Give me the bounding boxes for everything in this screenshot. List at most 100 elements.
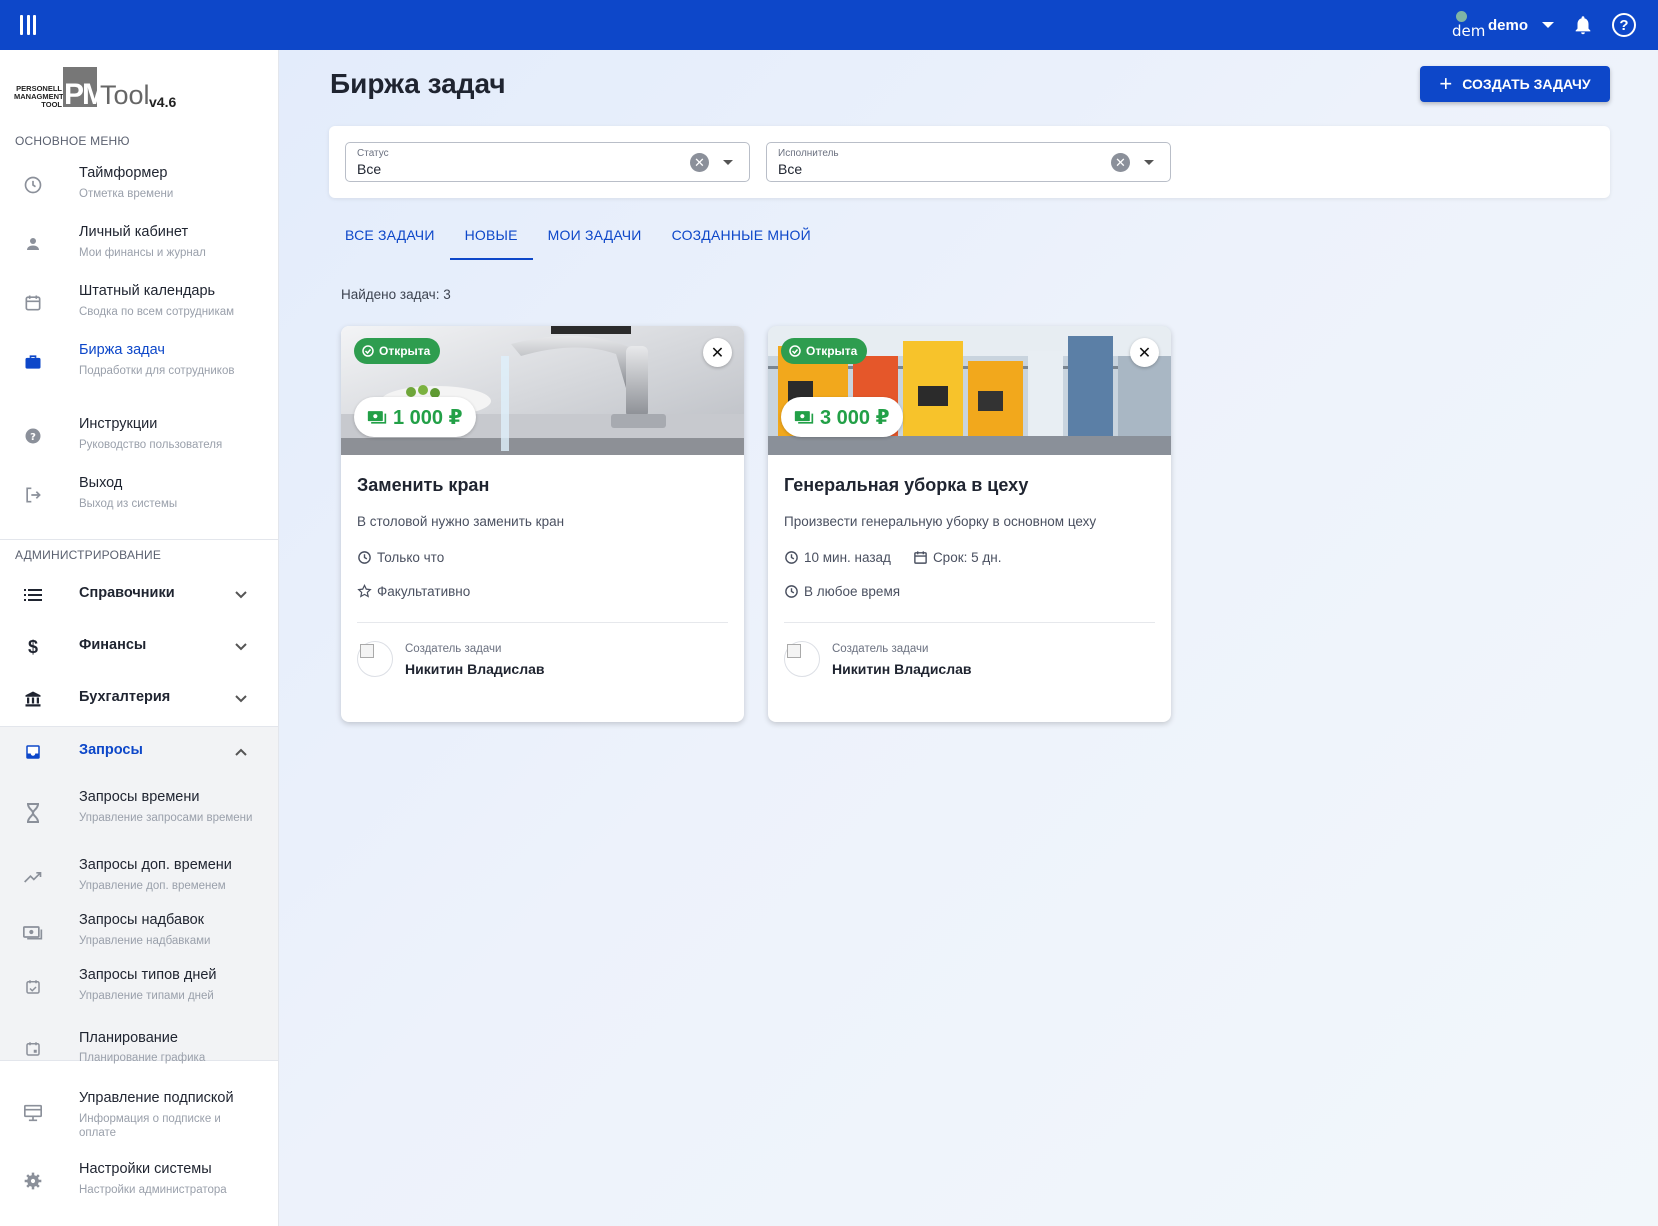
tab-created-by-me[interactable]: СОЗДАННЫЕ МНОЙ — [657, 224, 826, 260]
task-card[interactable]: Открыта 1 000 ₽ ✕ Заменить кран В столов… — [341, 326, 744, 722]
chevron-up-icon — [235, 748, 247, 756]
money-icon — [367, 411, 387, 424]
sidebar-divider — [0, 539, 278, 540]
subscription-icon — [22, 1102, 44, 1124]
avatar-text: dem — [1451, 22, 1486, 40]
main-content: Биржа задач + СОЗДАТЬ ЗАДАЧУ Статус Все … — [279, 50, 1658, 1226]
task-title: Заменить кран — [357, 475, 490, 495]
sidebar-item-planning[interactable]: Планирование Планирование графика — [0, 1018, 278, 1076]
task-deadline: Срок: 5 дн. — [932, 550, 1002, 565]
help-circle-icon: ? — [22, 425, 44, 447]
found-count: Найдено задач: 3 — [341, 287, 451, 302]
user-menu-button[interactable]: dem demo — [1450, 10, 1554, 40]
page-title: Биржа задач — [330, 68, 506, 99]
hourglass-icon — [22, 802, 44, 824]
money-icon — [794, 411, 814, 424]
sidebar-item-instructions[interactable]: ? Инструкции Руководство пользователя — [0, 407, 278, 463]
creator-name: Никитин Владислав — [832, 661, 972, 677]
task-title: Генеральная уборка в цеху — [784, 475, 1029, 495]
sidebar-group-finance[interactable]: $ Финансы — [0, 621, 278, 673]
sidebar-item-cabinet[interactable]: Личный кабинет Мои финансы и журнал — [0, 215, 278, 271]
filters-panel: Статус Все ✕ Исполнитель Все ✕ — [329, 126, 1610, 198]
tab-my-tasks[interactable]: МОИ ЗАДАЧИ — [533, 224, 657, 260]
clock-icon — [358, 551, 371, 564]
trending-up-icon — [22, 866, 44, 888]
sidebar-item-subscription[interactable]: Управление подпиской Информация о подпис… — [0, 1076, 278, 1148]
create-task-button[interactable]: + СОЗДАТЬ ЗАДАЧУ — [1420, 66, 1610, 102]
sidebar-item-timeformer[interactable]: Таймформер Отметка времени — [0, 156, 278, 212]
plus-icon: + — [1439, 71, 1453, 96]
user-name: demo — [1487, 16, 1528, 34]
dropdown-arrow-icon[interactable] — [723, 160, 733, 165]
clock-icon — [785, 585, 798, 598]
sidebar-group-requests[interactable]: Запросы — [0, 726, 278, 778]
card-divider — [784, 622, 1155, 623]
bank-icon — [22, 688, 44, 710]
inbox-icon — [22, 741, 44, 763]
status-value: Все — [357, 161, 382, 177]
task-description: Произвести генеральную уборку в основном… — [784, 514, 1097, 529]
avatar — [357, 641, 393, 677]
dropdown-arrow-icon[interactable] — [1144, 160, 1154, 165]
task-schedule: В любое время — [784, 584, 900, 599]
help-icon[interactable]: ? — [1612, 13, 1636, 37]
chevron-down-icon — [235, 643, 247, 651]
check-circle-icon — [789, 345, 801, 357]
sidebar-group-directories[interactable]: Справочники — [0, 569, 278, 621]
star-icon — [357, 584, 372, 598]
task-card[interactable]: Открыта 3 000 ₽ ✕ Генеральная уборка в ц… — [768, 326, 1171, 722]
task-schedule: Факультативно — [357, 584, 470, 599]
close-icon[interactable]: ✕ — [1130, 338, 1159, 367]
person-icon — [22, 233, 44, 255]
sidebar-item-overtime-requests[interactable]: Запросы доп. времени Управление доп. вре… — [0, 850, 278, 905]
app-version: v4.6 — [149, 94, 177, 110]
sidebar: PERSONELL MANAGMENT TOOL PM Tool v4.6 ОСНО… — [0, 50, 279, 1226]
task-time: Только что — [357, 550, 444, 565]
creator-label: Создатель задачи — [405, 643, 502, 655]
task-tabs: ВСЕ ЗАДАЧИ НОВЫЕ МОИ ЗАДАЧИ СОЗДАННЫЕ МН… — [330, 224, 826, 260]
status-badge: Открыта — [354, 338, 441, 364]
price-badge: 3 000 ₽ — [781, 397, 903, 437]
gear-icon — [22, 1170, 44, 1192]
svg-text:?: ? — [30, 432, 36, 443]
status-badge: Открыта — [781, 338, 868, 364]
clear-icon[interactable]: ✕ — [1111, 153, 1130, 172]
sidebar-item-logout[interactable]: Выход Выход из системы — [0, 466, 278, 522]
event-check-icon — [22, 976, 44, 998]
bell-icon[interactable] — [1572, 13, 1594, 37]
status-label: Статус — [357, 148, 389, 159]
price-badge: 1 000 ₽ — [354, 397, 476, 437]
assignee-select[interactable]: Исполнитель Все ✕ — [766, 142, 1171, 182]
task-time: 10 мин. назад Срок: 5 дн. — [784, 550, 1001, 565]
clock-icon — [785, 551, 798, 564]
sidebar-item-staff-calendar[interactable]: Штатный календарь Сводка по всем сотрудн… — [0, 274, 278, 330]
admin-title: АДМИНИСТРИРОВАНИЕ — [15, 548, 162, 562]
dollar-icon: $ — [27, 636, 38, 657]
assignee-label: Исполнитель — [778, 148, 839, 159]
check-circle-icon — [362, 345, 374, 357]
sidebar-item-daytype-requests[interactable]: Запросы типов дней Управление типами дне… — [0, 960, 278, 1020]
create-task-label: СОЗДАТЬ ЗАДАЧУ — [1462, 76, 1591, 92]
task-description: В столовой нужно заменить кран — [357, 514, 565, 529]
sidebar-item-task-exchange[interactable]: Биржа задач Подработки для сотрудников — [0, 333, 278, 403]
assignee-value: Все — [778, 161, 803, 177]
status-select[interactable]: Статус Все ✕ — [345, 142, 750, 182]
calendar-icon — [914, 551, 927, 564]
logout-icon — [22, 484, 44, 506]
main-menu-title: ОСНОВНОЕ МЕНЮ — [15, 134, 130, 148]
tab-all-tasks[interactable]: ВСЕ ЗАДАЧИ — [330, 224, 450, 260]
clear-icon[interactable]: ✕ — [690, 153, 709, 172]
top-bar-actions: dem demo ? — [1450, 0, 1636, 50]
card-divider — [357, 622, 728, 623]
creator-label: Создатель задачи — [832, 643, 929, 655]
sidebar-item-time-requests[interactable]: Запросы времени Управление запросами вре… — [0, 780, 278, 850]
sidebar-item-system-settings[interactable]: Настройки системы Настройки администрато… — [0, 1148, 278, 1208]
sidebar-item-bonus-requests[interactable]: Запросы надбавок Управление надбавками — [0, 905, 278, 960]
sidebar-group-accounting[interactable]: Бухгалтерия — [0, 673, 278, 725]
close-icon[interactable]: ✕ — [703, 338, 732, 367]
caret-down-icon — [1542, 22, 1554, 28]
avatar — [784, 641, 820, 677]
menu-toggle-button[interactable] — [20, 15, 36, 35]
tab-new[interactable]: НОВЫЕ — [449, 224, 533, 260]
calendar-icon — [22, 292, 44, 314]
